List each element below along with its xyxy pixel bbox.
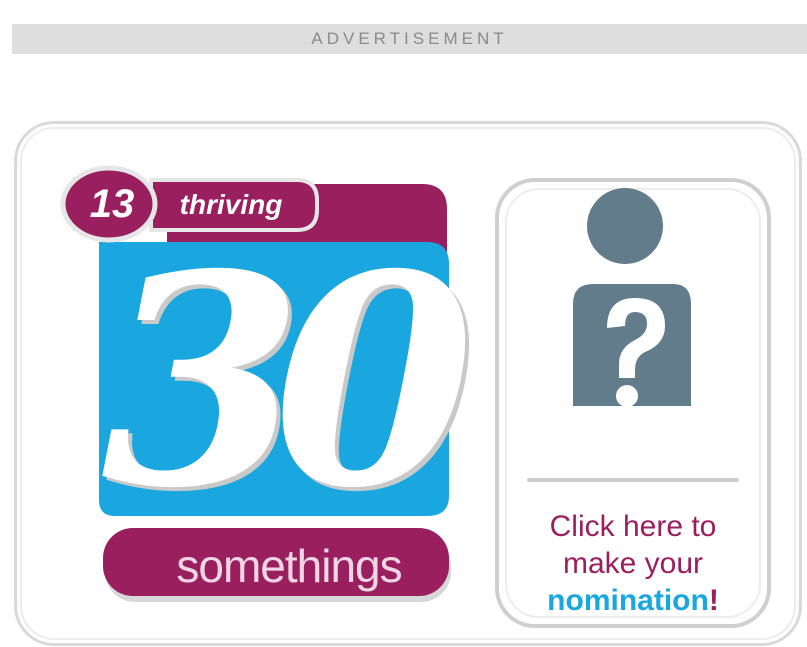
mystery-person-icon [573, 188, 691, 407]
panel-divider [527, 478, 739, 482]
ad-banner[interactable]: 13 thriving 30 somethings Click here to … [14, 121, 802, 646]
cta-exclamation: ! [708, 584, 719, 617]
cta-line-2: make your [562, 547, 704, 580]
cta-line-1: Click here to [549, 510, 717, 543]
somethings-label: somethings [176, 540, 402, 592]
big-number-30: 30 [101, 212, 475, 552]
thriving-30-somethings-logo[interactable]: 13 thriving 30 somethings [17, 124, 487, 643]
cta-highlight: nomination [547, 584, 709, 617]
cta-line-3: nomination! [509, 582, 757, 619]
nomination-cta[interactable]: Click here to make your nomination! [509, 508, 757, 619]
advertisement-label: ADVERTISEMENT [12, 24, 807, 54]
nomination-panel[interactable]: Click here to make your nomination! [495, 178, 771, 628]
